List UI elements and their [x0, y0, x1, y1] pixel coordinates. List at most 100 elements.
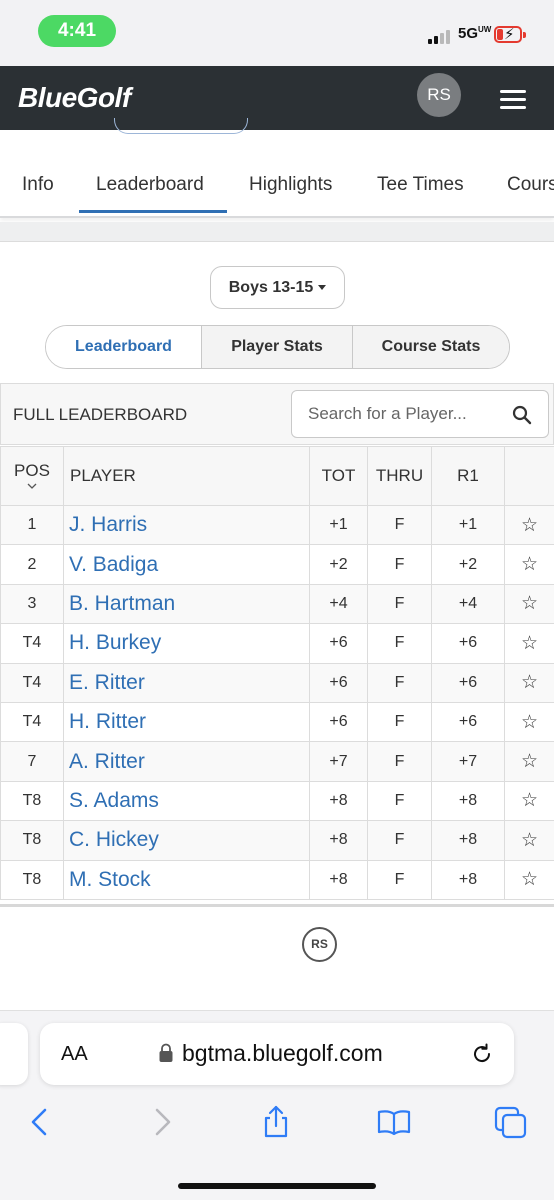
star-outline-icon[interactable]: ☆: [521, 633, 538, 654]
star-outline-icon[interactable]: ☆: [521, 672, 538, 693]
column-header-r1[interactable]: R1: [431, 446, 505, 506]
player-cell: C. Hickey: [63, 820, 310, 861]
back-chevron-icon[interactable]: [24, 1105, 58, 1139]
star-outline-icon[interactable]: ☆: [521, 830, 538, 851]
favorite-cell: ☆: [504, 583, 554, 625]
position-cell: 2: [0, 544, 64, 585]
menu-icon[interactable]: [500, 90, 526, 110]
sort-chevron-down-icon: [27, 483, 37, 489]
star-outline-icon[interactable]: ☆: [521, 515, 538, 536]
segment-leaderboard[interactable]: Leaderboard: [46, 326, 201, 368]
player-link[interactable]: C. Hickey: [69, 828, 159, 851]
tab-tee-times[interactable]: Tee Times: [377, 174, 464, 196]
thru-cell: F: [367, 741, 432, 782]
app-header: BlueGolf RS: [0, 66, 554, 130]
thru-cell: F: [367, 701, 432, 743]
column-header-thru[interactable]: THRU: [367, 446, 432, 506]
round1-cell: +8: [431, 780, 505, 822]
table-row[interactable]: 3 B. Hartman +4 F +4 ☆: [0, 583, 554, 625]
position-cell: 1: [0, 504, 64, 546]
total-cell: +7: [309, 741, 368, 782]
star-outline-icon[interactable]: ☆: [521, 790, 538, 811]
star-outline-icon[interactable]: ☆: [521, 751, 538, 772]
active-tab-indicator: [79, 210, 227, 213]
player-cell: H. Ritter: [63, 701, 310, 743]
player-cell: E. Ritter: [63, 662, 310, 703]
player-link[interactable]: J. Harris: [69, 513, 147, 536]
tab-course[interactable]: Cours: [507, 174, 554, 196]
search-icon[interactable]: [512, 405, 532, 425]
reader-aa-button[interactable]: AA: [61, 1043, 88, 1066]
segment-player-stats[interactable]: Player Stats: [201, 326, 352, 368]
table-row[interactable]: T4 H. Burkey +6 F +6 ☆: [0, 623, 554, 664]
table-row[interactable]: T8 S. Adams +8 F +8 ☆: [0, 780, 554, 822]
thru-cell: F: [367, 504, 432, 546]
star-outline-icon[interactable]: ☆: [521, 554, 538, 575]
home-indicator: [178, 1183, 376, 1189]
star-outline-icon[interactable]: ☆: [521, 869, 538, 890]
favorite-cell: ☆: [504, 662, 554, 703]
star-outline-icon[interactable]: ☆: [521, 712, 538, 733]
star-outline-icon[interactable]: ☆: [521, 593, 538, 614]
table-row[interactable]: 1 J. Harris +1 F +1 ☆: [0, 504, 554, 546]
round1-cell: +4: [431, 583, 505, 625]
share-icon[interactable]: [259, 1105, 293, 1139]
tab-info[interactable]: Info: [22, 174, 54, 196]
tab-leaderboard[interactable]: Leaderboard: [96, 174, 204, 196]
player-link[interactable]: H. Burkey: [69, 631, 161, 654]
table-row[interactable]: 7 A. Ritter +7 F +7 ☆: [0, 741, 554, 782]
user-avatar[interactable]: RS: [417, 73, 461, 117]
thru-cell: F: [367, 544, 432, 585]
player-link[interactable]: M. Stock: [69, 868, 151, 891]
column-header-tot[interactable]: TOT: [309, 446, 368, 506]
player-cell: S. Adams: [63, 780, 310, 822]
column-header-player[interactable]: PLAYER: [63, 446, 310, 506]
tab-highlights[interactable]: Highlights: [249, 174, 332, 196]
table-row[interactable]: T4 H. Ritter +6 F +6 ☆: [0, 701, 554, 743]
reload-icon[interactable]: [470, 1042, 494, 1066]
player-link[interactable]: B. Hartman: [69, 592, 175, 615]
cellular-signal-icon: [428, 30, 454, 44]
round1-cell: +6: [431, 662, 505, 703]
previous-tab-card[interactable]: [0, 1023, 28, 1085]
position-cell: T8: [0, 780, 64, 822]
total-cell: +6: [309, 701, 368, 743]
player-cell: B. Hartman: [63, 583, 310, 625]
address-bar[interactable]: AA bgtma.bluegolf.com: [40, 1023, 514, 1085]
position-cell: T8: [0, 859, 64, 900]
segment-course-stats[interactable]: Course Stats: [352, 326, 509, 368]
tabs-icon[interactable]: [494, 1105, 528, 1139]
player-cell: V. Badiga: [63, 544, 310, 585]
column-header-pos[interactable]: POS: [0, 446, 64, 506]
lock-icon: [159, 1043, 173, 1062]
player-link[interactable]: H. Ritter: [69, 710, 146, 733]
player-cell: J. Harris: [63, 504, 310, 546]
favorite-cell: ☆: [504, 859, 554, 900]
thru-cell: F: [367, 780, 432, 822]
table-row[interactable]: 2 V. Badiga +2 F +2 ☆: [0, 544, 554, 585]
favorite-cell: ☆: [504, 623, 554, 664]
player-link[interactable]: E. Ritter: [69, 671, 145, 694]
player-cell: H. Burkey: [63, 623, 310, 664]
forward-chevron-icon[interactable]: [144, 1105, 178, 1139]
bookmarks-icon[interactable]: [377, 1105, 411, 1139]
division-dropdown[interactable]: Boys 13-15: [210, 266, 345, 309]
player-cell: A. Ritter: [63, 741, 310, 782]
position-cell: T4: [0, 662, 64, 703]
player-search-input[interactable]: [308, 401, 503, 427]
player-cell: M. Stock: [63, 859, 310, 900]
position-cell: T4: [0, 623, 64, 664]
table-row[interactable]: T8 C. Hickey +8 F +8 ☆: [0, 820, 554, 861]
thru-cell: F: [367, 820, 432, 861]
player-link[interactable]: V. Badiga: [69, 553, 158, 576]
total-cell: +8: [309, 780, 368, 822]
player-link[interactable]: S. Adams: [69, 789, 159, 812]
player-link[interactable]: A. Ritter: [69, 750, 145, 773]
table-row[interactable]: T8 M. Stock +8 F +8 ☆: [0, 859, 554, 900]
bluegolf-logo[interactable]: BlueGolf: [18, 82, 131, 114]
url-text[interactable]: bgtma.bluegolf.com: [182, 1040, 383, 1067]
table-row[interactable]: T4 E. Ritter +6 F +6 ☆: [0, 662, 554, 703]
position-cell: T8: [0, 820, 64, 861]
partially-hidden-button[interactable]: [114, 118, 248, 134]
rs-badge[interactable]: RS: [302, 927, 337, 962]
